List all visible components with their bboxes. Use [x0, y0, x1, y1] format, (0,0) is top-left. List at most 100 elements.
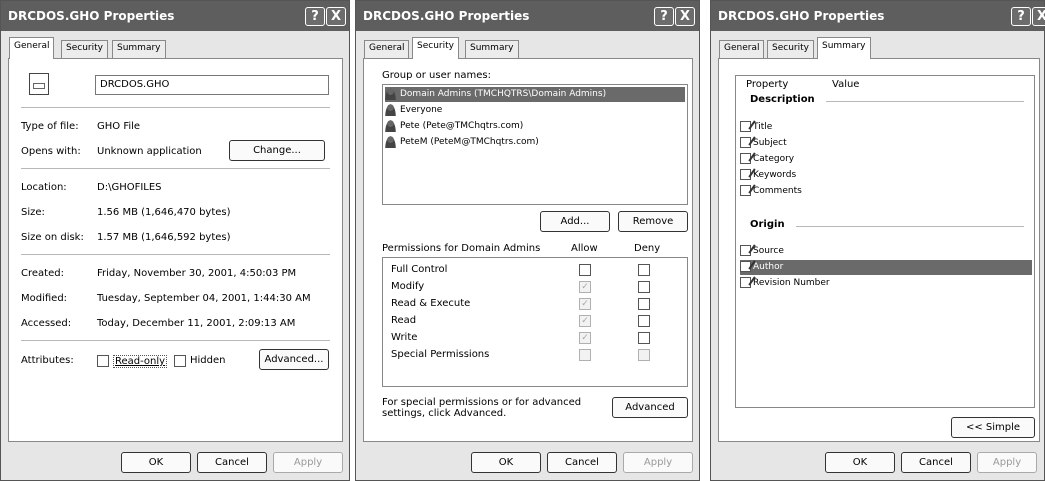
deny-column-header: Deny [634, 243, 661, 254]
group-icon [385, 103, 396, 116]
file-icon [29, 73, 49, 95]
deny-checkbox[interactable] [638, 281, 650, 293]
ok-button[interactable]: OK [825, 452, 895, 473]
allow-checkbox[interactable]: ✓ [579, 281, 591, 293]
simple-button[interactable]: << Simple [951, 417, 1035, 438]
deny-checkbox[interactable] [638, 332, 650, 344]
group-icon [385, 87, 396, 100]
property-row[interactable]: Keywords [740, 168, 1030, 183]
user-list-item[interactable]: Domain Admins (TMCHQTRS\Domain Admins) [385, 87, 685, 102]
ok-button[interactable]: OK [471, 452, 541, 473]
help-button[interactable]: ? [305, 7, 325, 26]
user-list[interactable]: Domain Admins (TMCHQTRS\Domain Admins) E… [382, 84, 688, 205]
description-section-header: Description [750, 94, 815, 105]
readonly-label[interactable]: Read-only [113, 355, 168, 368]
deny-checkbox[interactable] [638, 315, 650, 327]
permission-name: Read [391, 315, 417, 326]
property-row[interactable]: Comments [740, 184, 1030, 199]
title-bar: DRCDOS.GHO Properties [1, 1, 349, 31]
size-label: Size: [21, 207, 45, 218]
allow-column-header: Allow [571, 243, 598, 254]
divider [796, 226, 1024, 227]
user-icon [385, 119, 396, 132]
origin-section-header: Origin [750, 219, 785, 230]
accessed-label: Accessed: [21, 318, 72, 329]
location-label: Location: [21, 182, 67, 193]
dialog-title: DRCDOS.GHO Properties [8, 9, 175, 23]
apply-button[interactable]: Apply [977, 452, 1037, 473]
file-name-field[interactable]: DRCDOS.GHO [95, 75, 329, 95]
user-icon [385, 135, 396, 148]
readonly-checkbox[interactable] [97, 355, 109, 367]
edit-property-icon [740, 277, 751, 288]
divider [21, 107, 330, 108]
edit-property-icon [740, 185, 751, 196]
property-row[interactable]: Title [740, 120, 1030, 135]
location-value: D:\GHOFILES [97, 182, 162, 193]
opens-label: Opens with: [21, 146, 81, 157]
title-bar: DRCDOS.GHO Properties [711, 1, 1044, 31]
value-column-header: Value [832, 79, 860, 90]
tab-security[interactable]: Security [767, 40, 814, 58]
apply-button[interactable]: Apply [273, 452, 343, 473]
hidden-label[interactable]: Hidden [190, 355, 225, 366]
tab-summary[interactable]: Summary [112, 40, 166, 58]
advanced-note: For special permissions or for advanced … [382, 397, 582, 419]
cancel-button[interactable]: Cancel [547, 452, 617, 473]
deny-checkbox[interactable] [638, 264, 650, 276]
modified-value: Tuesday, September 04, 2001, 1:44:30 AM [97, 293, 311, 304]
help-button[interactable]: ? [1011, 7, 1031, 26]
change-button[interactable]: Change... [229, 140, 325, 161]
property-row[interactable]: Source [740, 244, 1030, 259]
summary-property-list[interactable]: Property Value Description Title Subject… [735, 75, 1035, 408]
permissions-label: Permissions for Domain Admins [382, 243, 541, 254]
remove-button[interactable]: Remove [618, 211, 688, 232]
property-row[interactable]: Author [740, 260, 1032, 275]
tab-general[interactable]: General [719, 40, 765, 58]
deny-checkbox[interactable] [638, 349, 650, 361]
property-row[interactable]: Revision Number [740, 276, 1030, 291]
user-list-item[interactable]: Pete (Pete@TMChqtrs.com) [385, 119, 685, 134]
close-button[interactable]: X [326, 7, 346, 26]
close-button[interactable]: X [1032, 7, 1045, 26]
property-row[interactable]: Category [740, 152, 1030, 167]
summary-panel: Property Value Description Title Subject… [718, 58, 1040, 442]
modified-label: Modified: [21, 293, 68, 304]
tab-summary[interactable]: Summary [465, 40, 519, 58]
type-value: GHO File [97, 121, 141, 132]
divider [21, 340, 330, 341]
divider [21, 254, 330, 255]
permission-name: Full Control [391, 264, 448, 275]
tab-security[interactable]: Security [61, 40, 108, 58]
attributes-label: Attributes: [21, 355, 74, 366]
advanced-button[interactable]: Advanced [612, 397, 688, 418]
user-list-item[interactable]: Everyone [385, 103, 685, 118]
help-button[interactable]: ? [654, 7, 674, 26]
property-row[interactable]: Subject [740, 136, 1030, 151]
edit-property-icon [740, 121, 751, 132]
edit-property-icon [740, 245, 751, 256]
tab-security[interactable]: Security [412, 37, 459, 59]
allow-checkbox[interactable] [579, 349, 591, 361]
tab-summary[interactable]: Summary [817, 37, 871, 59]
ok-button[interactable]: OK [121, 452, 191, 473]
allow-checkbox[interactable]: ✓ [579, 332, 591, 344]
allow-checkbox[interactable] [579, 264, 591, 276]
user-list-item[interactable]: PeteM (PeteM@TMChqtrs.com) [385, 135, 685, 150]
allow-checkbox[interactable]: ✓ [579, 298, 591, 310]
close-button[interactable]: X [675, 7, 695, 26]
permissions-list[interactable]: Full Control Modify ✓ Read & Execute ✓ R… [382, 257, 688, 387]
type-label: Type of file: [21, 121, 79, 132]
add-button[interactable]: Add... [540, 211, 610, 232]
cancel-button[interactable]: Cancel [901, 452, 971, 473]
tab-general[interactable]: General [9, 37, 55, 59]
cancel-button[interactable]: Cancel [197, 452, 267, 473]
group-label: Group or user names: [382, 70, 491, 81]
deny-checkbox[interactable] [638, 298, 650, 310]
apply-button[interactable]: Apply [623, 452, 693, 473]
advanced-button[interactable]: Advanced... [259, 349, 329, 370]
hidden-checkbox[interactable] [174, 355, 186, 367]
tab-general[interactable]: General [364, 40, 410, 58]
size-on-disk-value: 1.57 MB (1,646,592 bytes) [97, 232, 231, 243]
allow-checkbox[interactable]: ✓ [579, 315, 591, 327]
